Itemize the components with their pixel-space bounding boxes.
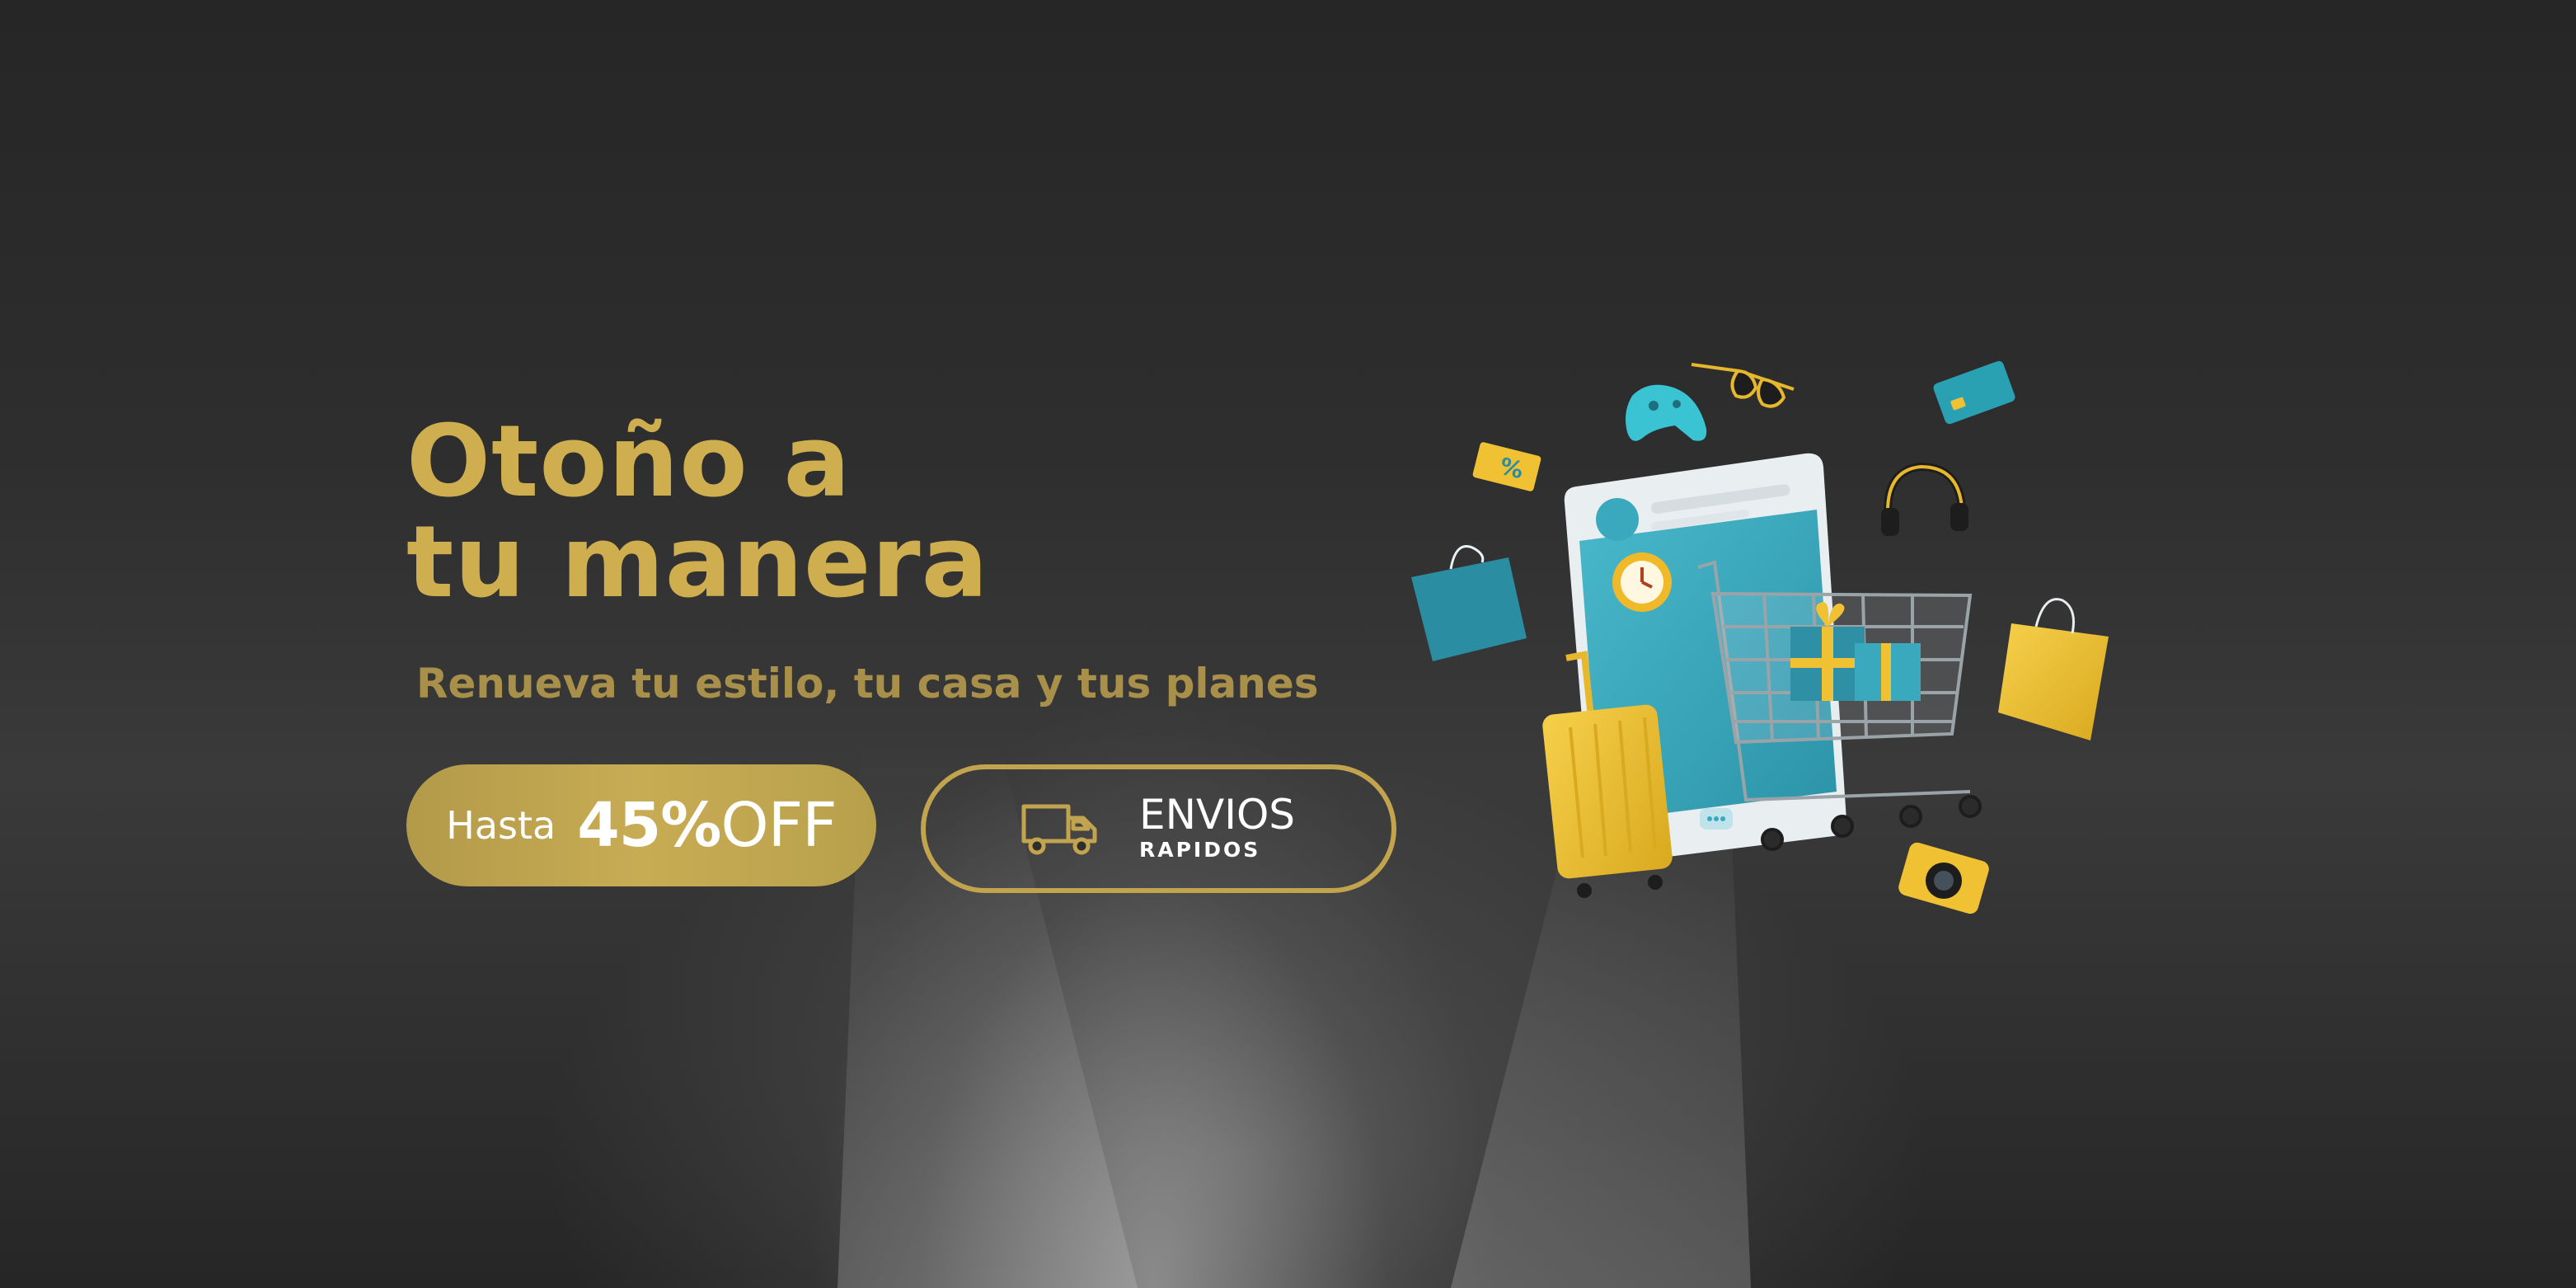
shipping-label: ENVIOS RAPIDOS (1139, 793, 1295, 864)
discount-prefix: Hasta (446, 803, 556, 848)
discount-ticket-icon: % (1472, 442, 1541, 491)
chat-bubble-icon (1700, 808, 1733, 830)
discount-badge-button[interactable]: Hasta 45%OFF (406, 764, 876, 886)
shipping-title: ENVIOS (1139, 791, 1296, 839)
fast-shipping-button[interactable]: ENVIOS RAPIDOS (921, 764, 1396, 893)
alarm-clock-icon (1612, 552, 1672, 612)
discount-value: 45%OFF (577, 790, 838, 861)
shopping-bag-icon (1411, 545, 1527, 661)
hero-title: Otoño a tu manera (406, 412, 989, 613)
hero-subtitle: Renueva tu estilo, tu casa y tus planes (416, 660, 1319, 707)
sunglasses-icon (1691, 363, 1795, 408)
shopping-illustration: % (1411, 360, 2109, 914)
discount-number: 45% (577, 790, 721, 861)
shopping-bag-icon (1998, 598, 2109, 740)
game-controller-icon (1626, 384, 1707, 441)
hero-title-line-2: tu manera (406, 505, 989, 620)
shipping-subtitle: RAPIDOS (1139, 838, 1261, 862)
headphones-icon (1881, 462, 1968, 536)
discount-suffix: OFF (720, 790, 837, 861)
camera-icon (1898, 842, 1989, 914)
credit-card-icon (1933, 360, 2015, 425)
hero-title-line-1: Otoño a (406, 405, 852, 519)
truck-icon (1021, 804, 1097, 855)
